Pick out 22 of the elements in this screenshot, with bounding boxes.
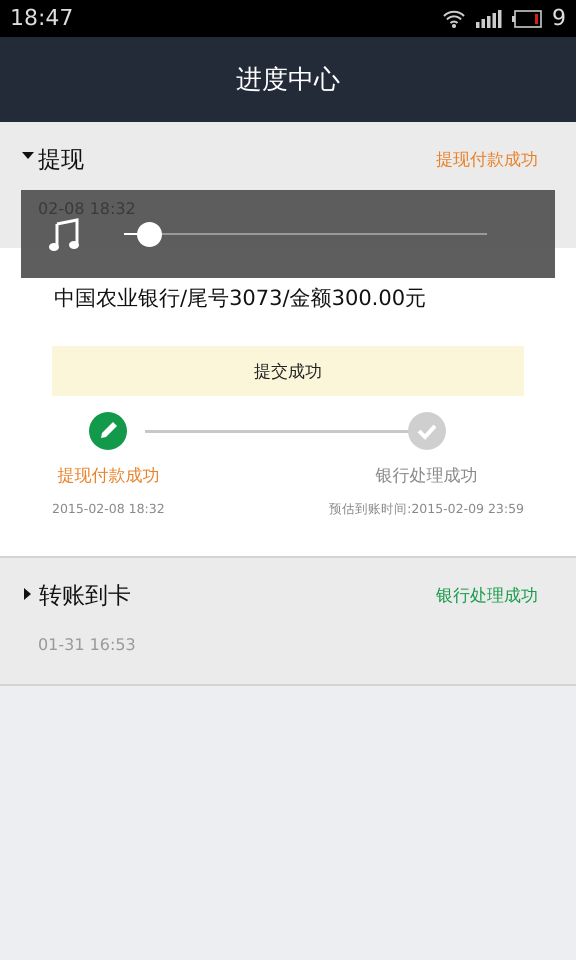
step-label: 提现付款成功 xyxy=(57,465,160,487)
record-title: 提现 xyxy=(38,146,85,175)
battery-icon xyxy=(512,10,542,28)
record-status: 提现付款成功 xyxy=(436,149,538,171)
volume-slider[interactable] xyxy=(124,222,487,247)
step-label: 银行处理成功 xyxy=(376,465,478,487)
account-info: 中国农业银行/尾号3073/金额300.00元 xyxy=(54,285,428,312)
record-date: 01-31 16:53 xyxy=(38,635,137,654)
record-title: 转账到卡 xyxy=(39,582,132,611)
clock: 18:47 xyxy=(10,6,74,31)
wifi-icon xyxy=(442,10,466,28)
expand-arrow-icon[interactable] xyxy=(24,588,31,600)
step-time: 预估到账时间:2015-02-09 23:59 xyxy=(329,501,524,518)
signal-icon xyxy=(476,10,502,28)
music-note-icon xyxy=(49,218,79,252)
collapse-arrow-icon[interactable] xyxy=(22,152,34,159)
step-time: 2015-02-08 18:32 xyxy=(52,501,165,516)
page-title: 进度中心 xyxy=(236,64,340,97)
slider-thumb[interactable] xyxy=(137,222,162,247)
record-status: 银行处理成功 xyxy=(436,585,538,607)
battery-level: 9 xyxy=(552,6,566,31)
submit-notice: 提交成功 xyxy=(52,346,524,396)
